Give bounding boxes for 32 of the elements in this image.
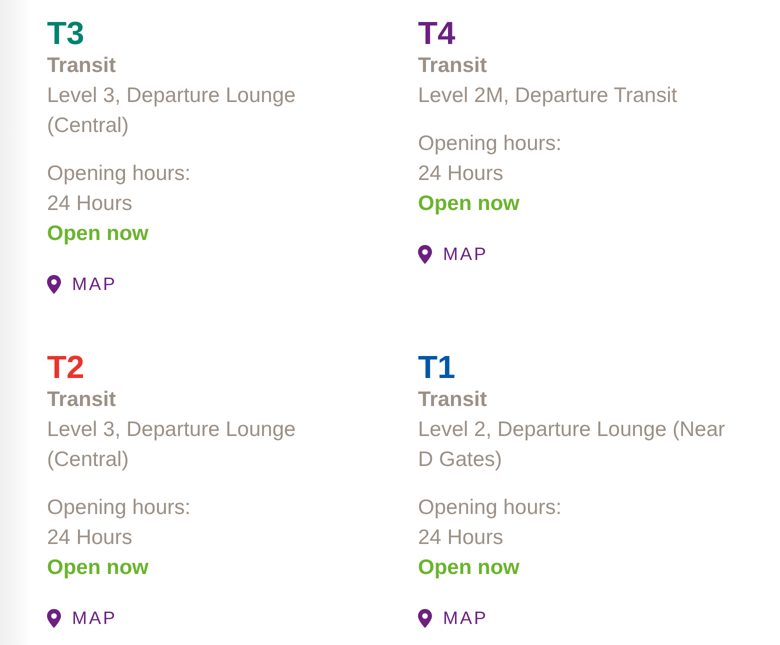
category-label: Transit <box>47 53 116 79</box>
hours-label: Opening hours: <box>47 495 191 521</box>
hours-label: Opening hours: <box>47 161 191 187</box>
open-status: Open now <box>418 191 520 217</box>
location-text: Level 3, Departure Lounge (Central) <box>47 417 297 473</box>
terminal-title: T3 <box>47 15 84 51</box>
hours-label: Opening hours: <box>418 495 562 521</box>
open-status: Open now <box>418 555 520 581</box>
hours-text: 24 Hours <box>418 525 504 551</box>
category-label: Transit <box>418 387 487 413</box>
open-status: Open now <box>47 221 148 247</box>
hours-label: Opening hours: <box>418 131 562 157</box>
location-text: Level 2, Departure Lounge (Near D Gates) <box>418 417 726 473</box>
map-link[interactable]: MAP <box>47 603 118 633</box>
terminal-title: T2 <box>47 349 84 385</box>
location-text: Level 2M, Departure Transit <box>418 83 678 109</box>
category-label: Transit <box>47 387 116 413</box>
hours-text: 24 Hours <box>47 191 132 217</box>
map-pin-icon <box>47 274 61 294</box>
hours-text: 24 Hours <box>47 525 132 551</box>
location-text: Level 3, Departure Lounge (Central) <box>47 83 297 139</box>
terminal-title: T4 <box>418 15 456 51</box>
map-link[interactable]: MAP <box>418 239 488 269</box>
map-link[interactable]: MAP <box>47 269 118 299</box>
map-pin-icon <box>418 244 432 264</box>
map-pin-icon <box>418 608 432 628</box>
open-status: Open now <box>47 555 148 581</box>
category-label: Transit <box>418 53 487 79</box>
map-pin-icon <box>47 608 61 628</box>
map-link[interactable]: MAP <box>418 603 488 633</box>
terminal-title: T1 <box>418 349 456 385</box>
hours-text: 24 Hours <box>418 161 504 187</box>
